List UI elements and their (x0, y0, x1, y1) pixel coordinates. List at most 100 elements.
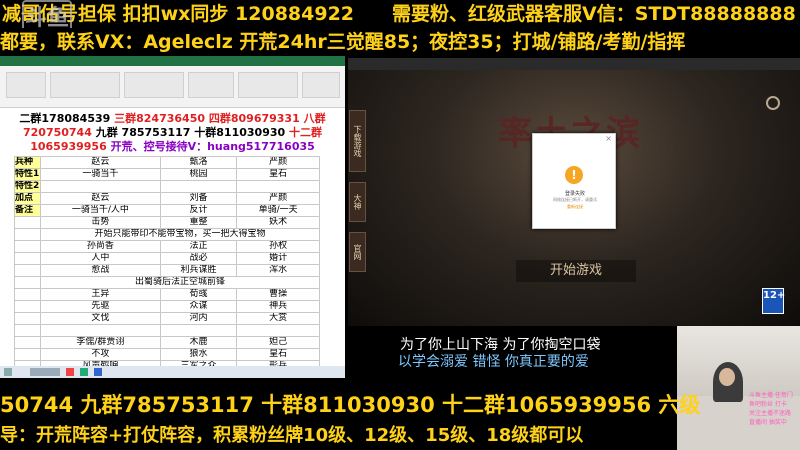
dialog-title: 登录失败 (564, 191, 585, 197)
side-menu-master[interactable]: 大神 (349, 182, 366, 222)
table-cell[interactable]: 曹操 (236, 288, 320, 301)
table-cell[interactable]: 皇石 (236, 347, 320, 361)
row-label[interactable] (14, 252, 41, 265)
table-cell[interactable]: 一骑当千 (40, 168, 161, 181)
row-label[interactable] (14, 335, 41, 349)
excel-ribbon (0, 56, 345, 108)
table-row: 加点 赵云 刘备 严颜 (14, 192, 320, 205)
table-cell[interactable]: 浑水 (236, 264, 320, 277)
row-label[interactable] (14, 324, 41, 337)
table-cell[interactable]: 先驱 (40, 300, 161, 313)
side-menu-download[interactable]: 下载游戏 (349, 110, 366, 172)
table-cell[interactable]: 孙尚香 (40, 240, 161, 253)
row-label[interactable]: 兵种 (14, 156, 41, 169)
dialog-retry-link[interactable]: 重新连接 (533, 204, 617, 210)
dialog-close-icon[interactable]: × (605, 134, 612, 143)
ribbon-group-font[interactable] (50, 72, 120, 98)
table-cell[interactable]: 婚计 (236, 252, 320, 265)
table-cell[interactable]: 河内 (159, 312, 238, 325)
promo-group4: 四群809679331 (208, 112, 300, 125)
row-label[interactable]: 特性1 (14, 168, 41, 181)
start-game-button[interactable]: 开始游戏 (516, 260, 636, 282)
ribbon-group-alignment[interactable] (124, 72, 184, 98)
bottom-banner-1-text: 50744 九群785753117 十群811030930 十二群1065939… (0, 393, 701, 417)
table-cell[interactable]: 甄洛 (159, 156, 238, 169)
table-cell[interactable]: 严颜 (236, 156, 320, 169)
row-label[interactable]: 备注 (14, 204, 41, 217)
promo-group2: 二群178084539 (19, 112, 111, 125)
table-cell[interactable] (159, 180, 238, 193)
table-cell[interactable]: 妖术 (236, 216, 320, 229)
lyrics-line-2: 以学会溺爱 错怪 你真正要的爱 (398, 354, 589, 370)
ribbon-group-clipboard[interactable] (6, 72, 46, 98)
taskbar-search[interactable] (30, 368, 60, 376)
table-cell[interactable]: 大赏 (236, 312, 320, 325)
row-label[interactable] (14, 240, 41, 253)
table-cell[interactable]: 击势 (40, 216, 161, 229)
promo-group9: 九群 785753117 (95, 126, 191, 139)
table-cell[interactable]: 狼水 (159, 347, 238, 361)
row-label[interactable] (14, 312, 41, 325)
table-cell[interactable]: 荀彧 (159, 288, 238, 301)
table-cell[interactable]: 王异 (40, 288, 161, 301)
age-rating-badge: 12+ (762, 288, 785, 314)
row-label[interactable] (14, 228, 41, 241)
table-cell[interactable]: 法正 (159, 240, 238, 253)
table-cell[interactable] (159, 324, 238, 337)
table-cell[interactable] (236, 324, 320, 337)
game-titlebar (348, 58, 800, 70)
side-menu-official[interactable]: 官网 (349, 232, 366, 272)
table-cell[interactable]: 李儒/群贾诩 (40, 335, 161, 349)
table-row: 备注 一骑当千/人中 反计 单骑/一夫 (14, 204, 320, 217)
row-label[interactable] (14, 300, 41, 313)
top-banner-2: 都要，联系VX：Ageleclz 开荒24hr三觉醒85；夜控35；打城/铺路/… (0, 28, 800, 56)
row-label[interactable]: 特性2 (14, 180, 41, 193)
ribbon-group-cells[interactable] (302, 72, 340, 98)
warning-icon: ! (565, 166, 583, 184)
table-cell[interactable] (40, 324, 161, 337)
table-cell[interactable]: 神兵 (236, 300, 320, 313)
row-label[interactable] (14, 276, 41, 289)
table-cell[interactable]: 木鹿 (159, 335, 238, 349)
row-label[interactable] (14, 264, 41, 277)
table-cell[interactable]: 妲己 (236, 335, 320, 349)
table-row: 李儒/群贾诩 木鹿 妲己 (14, 335, 320, 349)
table-cell[interactable]: 利兵谋胜 (159, 264, 238, 277)
table-cell[interactable]: 人中 (40, 252, 161, 265)
table-cell[interactable] (236, 180, 320, 193)
table-cell[interactable]: 孙权 (236, 240, 320, 253)
taskbar-browser-icon[interactable] (94, 368, 102, 376)
merged-cell[interactable]: 开始只能带印不能带宝物，买一把大得宝物 (40, 228, 320, 241)
table-cell[interactable]: 皇石 (236, 168, 320, 181)
start-icon[interactable] (4, 368, 12, 376)
row-label[interactable] (14, 216, 41, 229)
table-cell[interactable]: 赵云 (40, 156, 161, 169)
ribbon-group-styles[interactable] (238, 72, 298, 98)
row-label[interactable] (14, 288, 41, 301)
row-label[interactable]: 加点 (14, 192, 41, 205)
table-row: 先驱 众谋 神兵 (14, 300, 320, 313)
table-cell[interactable]: 桃园 (159, 168, 238, 181)
windows-taskbar (0, 366, 345, 378)
table-cell[interactable]: 不攻 (40, 347, 161, 361)
window-controls[interactable] (764, 60, 792, 68)
ribbon-group-number[interactable] (188, 72, 234, 98)
table-cell[interactable]: 反计 (159, 204, 238, 217)
table-cell[interactable]: 赵云 (40, 192, 161, 205)
table-cell[interactable]: 战必 (159, 252, 238, 265)
table-cell[interactable]: 严颜 (236, 192, 320, 205)
table-cell[interactable]: 愈战 (40, 264, 161, 277)
taskbar-excel-icon[interactable] (80, 368, 88, 376)
table-cell[interactable]: 文伐 (40, 312, 161, 325)
table-cell[interactable]: 一骑当千/人中 (40, 204, 161, 217)
row-label[interactable] (14, 347, 41, 361)
table-cell[interactable]: 单骑/一夫 (236, 204, 320, 217)
settings-icon[interactable] (766, 96, 780, 110)
promo-group12: 1065939956 (30, 140, 107, 153)
taskbar-app-icon[interactable] (66, 368, 74, 376)
table-cell[interactable]: 众谋 (159, 300, 238, 313)
table-cell[interactable] (40, 180, 161, 193)
table-cell[interactable]: 重整 (159, 216, 238, 229)
merged-cell[interactable]: 出蜀骑后法正空城前锋 (40, 276, 320, 289)
table-cell[interactable]: 刘备 (159, 192, 238, 205)
